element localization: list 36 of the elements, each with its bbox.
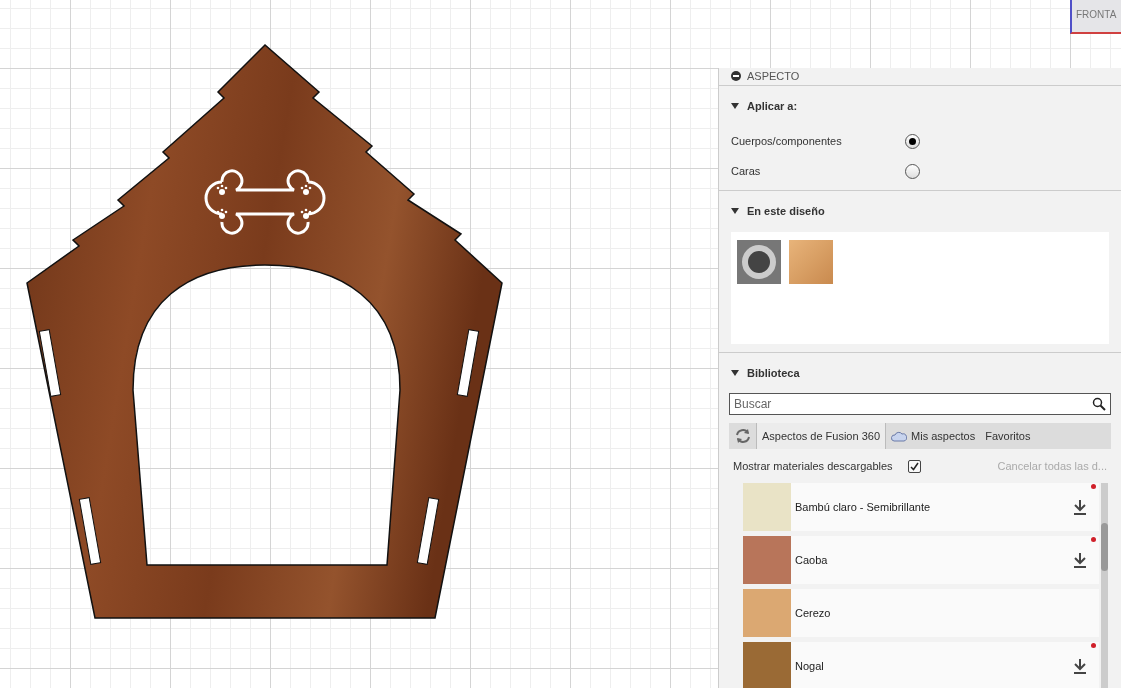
expand-triangle-icon[interactable]	[731, 368, 739, 377]
material-name: Cerezo	[795, 605, 831, 621]
radio-button[interactable]	[905, 133, 920, 149]
scrollbar[interactable]	[1101, 483, 1108, 688]
collapse-icon[interactable]	[731, 71, 741, 82]
option-label: Cuerpos/componentes	[731, 133, 843, 149]
material-item[interactable]: Bambú claro - Semibrillante	[743, 483, 1099, 531]
material-item[interactable]: Cerezo	[743, 589, 1099, 637]
search-field[interactable]: Buscar	[729, 393, 1111, 415]
library-tab[interactable]: Mis aspectos	[886, 423, 981, 449]
library-tab[interactable]: Aspectos de Fusion 360	[757, 423, 887, 449]
material-item[interactable]: Nogal	[743, 642, 1099, 688]
section-title: Aplicar a:	[747, 98, 798, 114]
wood-cube-swatch[interactable]	[789, 239, 833, 284]
option-label: Caras	[731, 163, 762, 179]
library-tab[interactable]: Favoritos	[980, 423, 1036, 449]
chrome-ring-swatch[interactable]	[737, 239, 781, 284]
option-label: Mostrar materiales descargables	[733, 458, 893, 474]
section-title: Biblioteca	[747, 365, 800, 381]
section-title: En este diseño	[747, 204, 825, 219]
download-icon[interactable]	[1073, 499, 1087, 515]
expand-triangle-icon[interactable]	[731, 101, 739, 110]
download-icon[interactable]	[1073, 658, 1087, 674]
material-name: Bambú claro - Semibrillante	[795, 499, 931, 515]
cloud-icon	[891, 430, 908, 442]
refresh-icon	[734, 428, 751, 444]
material-item[interactable]: Caoba	[743, 536, 1099, 584]
panel-title: ASPECTO	[747, 69, 800, 84]
radio-button[interactable]	[905, 163, 920, 179]
checkbox[interactable]	[907, 459, 921, 473]
expand-triangle-icon[interactable]	[731, 207, 739, 216]
download-icon[interactable]	[1073, 552, 1087, 568]
material-name: Nogal	[795, 658, 824, 674]
view-cube[interactable]: FRONTA	[1070, 0, 1121, 34]
search-icon[interactable]	[1092, 397, 1106, 411]
material-name: Caoba	[795, 552, 828, 568]
